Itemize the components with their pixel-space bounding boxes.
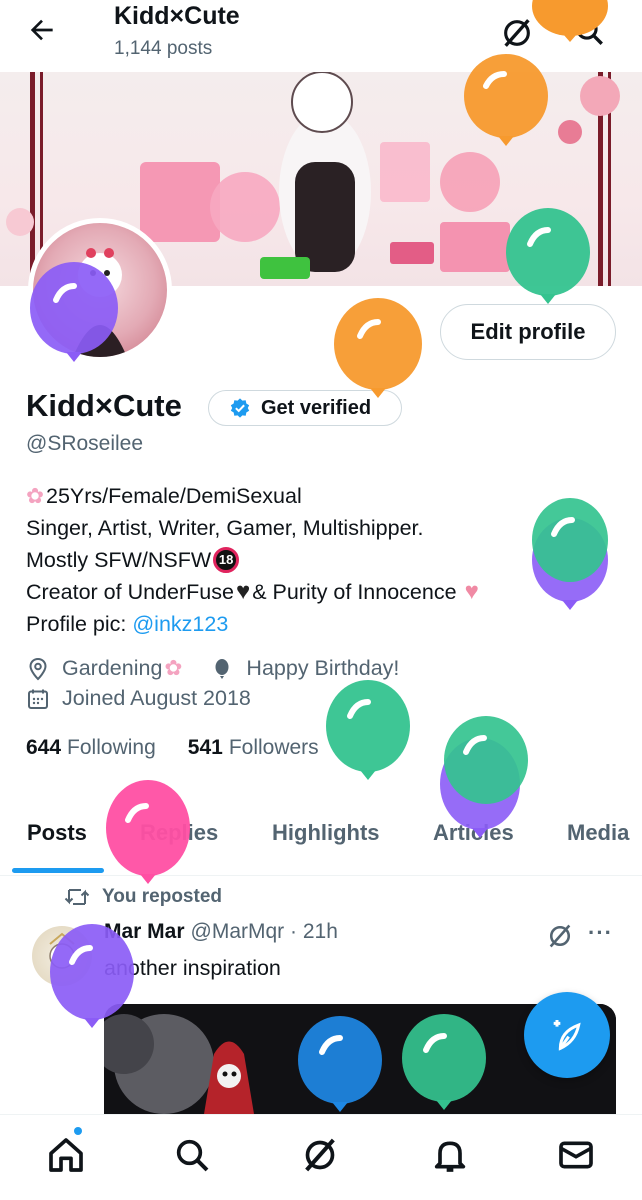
balloon-orange-banner bbox=[464, 54, 548, 146]
grok-icon[interactable] bbox=[300, 1135, 340, 1175]
home-notification-dot bbox=[74, 1127, 82, 1135]
balloon-green-bio bbox=[532, 498, 608, 582]
home-icon[interactable] bbox=[46, 1135, 86, 1175]
bell-icon[interactable] bbox=[430, 1135, 470, 1175]
balloon-orange-mid bbox=[334, 298, 422, 398]
balloon-blue-media bbox=[298, 1016, 382, 1112]
balloon-purple-post bbox=[50, 924, 134, 1028]
balloon-pink-replies bbox=[106, 780, 190, 884]
bottom-navigation bbox=[0, 1114, 642, 1200]
balloon-green-articles bbox=[444, 716, 528, 804]
balloon-overlay bbox=[30, 0, 608, 1112]
balloon-orange-top bbox=[532, 0, 608, 42]
search-icon[interactable] bbox=[172, 1135, 212, 1175]
balloon-purple-avatar bbox=[30, 262, 118, 362]
balloon-green-followers bbox=[326, 680, 410, 780]
balloon-green-banner bbox=[506, 208, 590, 304]
balloon-green-media bbox=[402, 1014, 486, 1110]
mail-icon[interactable] bbox=[556, 1135, 596, 1175]
